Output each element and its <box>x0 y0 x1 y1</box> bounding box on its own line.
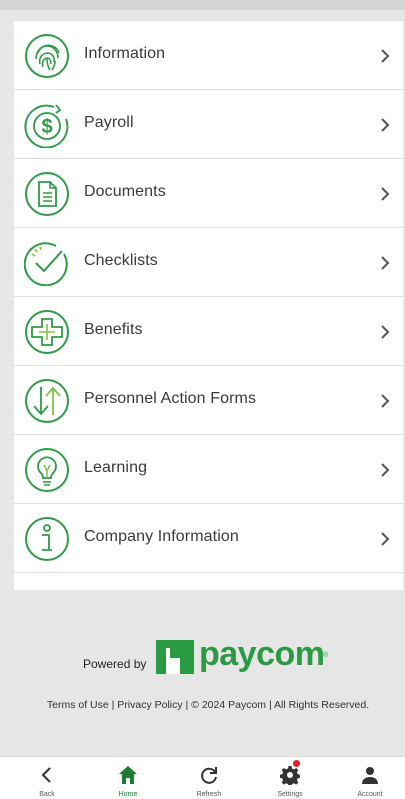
menu-item-checklists[interactable]: Checklists <box>14 228 403 297</box>
menu-item-information[interactable]: Information <box>14 21 403 90</box>
menu-item-label: Learning <box>84 459 148 476</box>
svg-text:$: $ <box>41 116 52 138</box>
gear-icon <box>280 766 300 785</box>
registered-mark: ® <box>323 652 329 659</box>
money-icon: $ <box>24 104 69 148</box>
home-icon <box>119 766 137 784</box>
paycom-logo-mark <box>156 640 194 674</box>
nav-settings[interactable]: Settings <box>260 757 320 799</box>
refresh-icon <box>201 767 217 784</box>
chevron-right-icon <box>381 532 390 546</box>
chevron-right-icon <box>381 256 390 270</box>
legal-links[interactable]: Terms of Use | Privacy Policy | © 2024 P… <box>0 699 405 711</box>
chevron-right-icon <box>381 49 390 63</box>
menu-item-benefits[interactable]: Benefits <box>14 297 403 366</box>
nav-label: Account <box>357 791 383 798</box>
nav-label: Settings <box>277 791 303 798</box>
fingerprint-icon <box>25 34 69 78</box>
menu-item-label: Company Information <box>84 528 239 545</box>
menu-item-label: Benefits <box>84 321 143 338</box>
menu-item-label: Checklists <box>84 252 158 269</box>
menu-item-label: Information <box>84 45 166 62</box>
benefits-cross-icon <box>25 310 69 354</box>
paycom-logo-text: paycom <box>199 635 325 673</box>
menu-item-label: Documents <box>84 183 166 200</box>
chevron-right-icon <box>381 118 390 132</box>
nav-home[interactable]: Home <box>98 757 158 799</box>
powered-by: Powered by paycom ® <box>0 630 405 675</box>
document-icon <box>25 172 69 216</box>
menu-item-learning[interactable]: Learning <box>14 435 403 504</box>
lightbulb-icon <box>25 448 69 492</box>
back-chevron-icon <box>41 767 51 783</box>
notification-dot <box>293 760 300 767</box>
menu-item-label: Personnel Action Forms <box>84 390 257 407</box>
nav-refresh[interactable]: Refresh <box>179 757 239 799</box>
checklist-icon <box>24 242 68 286</box>
menu-item-documents[interactable]: Documents <box>14 159 403 228</box>
person-icon <box>362 767 378 784</box>
chevron-right-icon <box>381 463 390 477</box>
nav-label: Refresh <box>196 791 222 798</box>
nav-back[interactable]: Back <box>17 757 77 799</box>
menu-item-payroll[interactable]: $ Payroll <box>14 90 403 159</box>
chevron-right-icon <box>381 325 390 339</box>
chevron-right-icon <box>381 187 390 201</box>
up-down-arrows-icon <box>25 379 69 423</box>
nav-label: Back <box>39 791 55 798</box>
bottom-nav: Back Home Refresh Settings Account <box>0 756 405 799</box>
menu-item-company-information[interactable]: Company Information <box>14 504 403 573</box>
info-icon <box>25 517 69 561</box>
top-strip <box>0 0 405 10</box>
nav-account[interactable]: Account <box>340 757 400 799</box>
menu-list: Information $ Payroll Documents Checklis… <box>14 20 403 590</box>
chevron-right-icon <box>381 394 390 408</box>
menu-item-personnel-action-forms[interactable]: Personnel Action Forms <box>14 366 403 435</box>
powered-by-text: Powered by <box>83 657 147 671</box>
nav-label: Home <box>118 791 138 798</box>
menu-item-label: Payroll <box>84 114 134 131</box>
